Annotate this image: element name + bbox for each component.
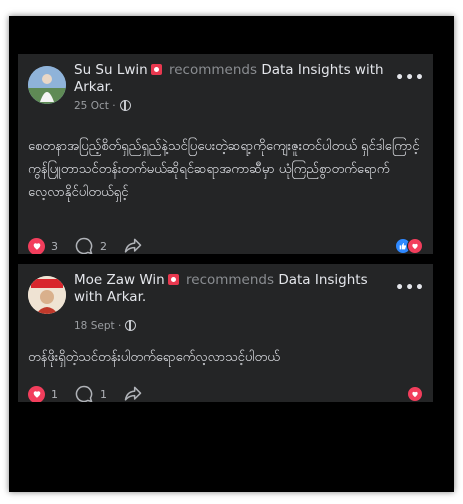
thumbs-up-icon — [399, 243, 406, 250]
recommend-flag-icon — [167, 274, 179, 285]
share-icon[interactable] — [123, 236, 143, 254]
page-suffix: . — [108, 79, 114, 95]
love-reaction-icon[interactable] — [28, 385, 45, 402]
reaction-bar: 1 1 — [28, 382, 143, 402]
like-count: 1 — [51, 387, 58, 401]
avatar[interactable] — [28, 66, 66, 104]
profile-photo — [28, 276, 66, 314]
post-meta: 18 Sept · — [74, 320, 137, 332]
recommendation-card: Su Su Lwin recommends Data Insights with… — [18, 54, 433, 254]
share-icon[interactable] — [123, 384, 143, 402]
more-options-button[interactable]: ••• — [395, 280, 425, 296]
author-name[interactable]: Moe Zaw Win — [74, 272, 165, 288]
globe-icon — [119, 100, 131, 111]
comment-count: 1 — [100, 387, 107, 401]
reaction-summary[interactable] — [395, 238, 423, 254]
recommendation-card: Moe Zaw Win recommends Data Insights wit… — [18, 264, 433, 402]
post-date[interactable]: 25 Oct — [74, 100, 109, 112]
meta-separator: · — [117, 320, 122, 332]
love-icon — [407, 386, 423, 402]
heart-icon — [33, 243, 40, 250]
meta-separator: · — [112, 100, 116, 112]
post-header: Moe Zaw Win recommends Data Insights wit… — [74, 272, 399, 306]
post-text: စေတနာအပြည့်စိတ်ရှည်ရှည်နဲ့သင်ပြပေးတဲ့ဆရာ… — [28, 139, 420, 200]
heart-icon — [33, 391, 40, 398]
post-header: Su Su Lwin recommends Data Insights with… — [74, 62, 399, 96]
post-date[interactable]: 18 Sept — [74, 320, 115, 332]
love-reaction-icon[interactable] — [28, 237, 45, 254]
comment-icon[interactable] — [74, 236, 94, 254]
like-count: 3 — [51, 239, 58, 253]
action-text: recommends — [169, 62, 258, 78]
heart-icon — [412, 243, 418, 249]
page-suffix: . — [141, 289, 147, 305]
globe-icon — [125, 320, 137, 331]
recommend-flag-icon — [150, 64, 162, 75]
reaction-summary[interactable] — [407, 386, 423, 402]
post-meta: 25 Oct · — [74, 100, 131, 112]
more-options-button[interactable]: ••• — [395, 70, 425, 86]
avatar[interactable] — [28, 276, 66, 314]
reaction-bar: 3 2 — [28, 234, 143, 254]
author-name[interactable]: Su Su Lwin — [74, 62, 148, 78]
comment-icon[interactable] — [74, 384, 94, 402]
comment-count: 2 — [100, 239, 107, 253]
heart-icon — [412, 391, 418, 397]
profile-photo — [28, 66, 66, 104]
post-text: တန်ဖိုးရှိတဲ့သင်တန်းပါတက်ရောက်ေလ့လာသင့်ပ… — [28, 350, 280, 365]
love-icon — [407, 238, 423, 254]
action-text: recommends — [186, 272, 275, 288]
